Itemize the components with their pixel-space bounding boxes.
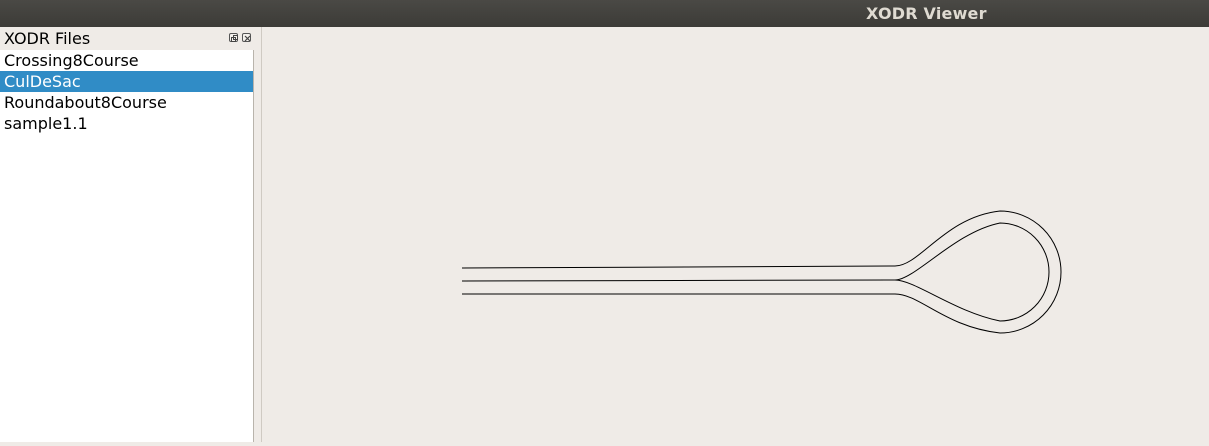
loop-inner-edge bbox=[894, 222, 1050, 322]
window-title: XODR Viewer bbox=[866, 4, 987, 23]
file-list-item[interactable]: sample1.1 bbox=[0, 113, 253, 134]
dock-splitter[interactable] bbox=[256, 27, 262, 442]
file-list-item[interactable]: Roundabout8Course bbox=[0, 92, 253, 113]
close-icon[interactable] bbox=[242, 33, 251, 42]
dock-title: XODR Files bbox=[4, 29, 91, 48]
dock-header: XODR Files bbox=[0, 27, 258, 49]
float-icon[interactable] bbox=[229, 33, 238, 42]
files-dock: XODR Files Crossing8Course CulDeSac Roun… bbox=[0, 27, 262, 442]
road-network-drawing bbox=[461, 210, 1062, 334]
file-list: Crossing8Course CulDeSac Roundabout8Cour… bbox=[0, 50, 254, 442]
road-left-edge bbox=[461, 265, 896, 269]
file-list-item-selected[interactable]: CulDeSac bbox=[0, 71, 253, 92]
road-viewer-canvas[interactable] bbox=[263, 27, 1209, 442]
file-list-item[interactable]: Crossing8Course bbox=[0, 50, 253, 71]
window-titlebar: XODR Viewer bbox=[0, 0, 1209, 27]
road-center-line bbox=[461, 279, 896, 282]
